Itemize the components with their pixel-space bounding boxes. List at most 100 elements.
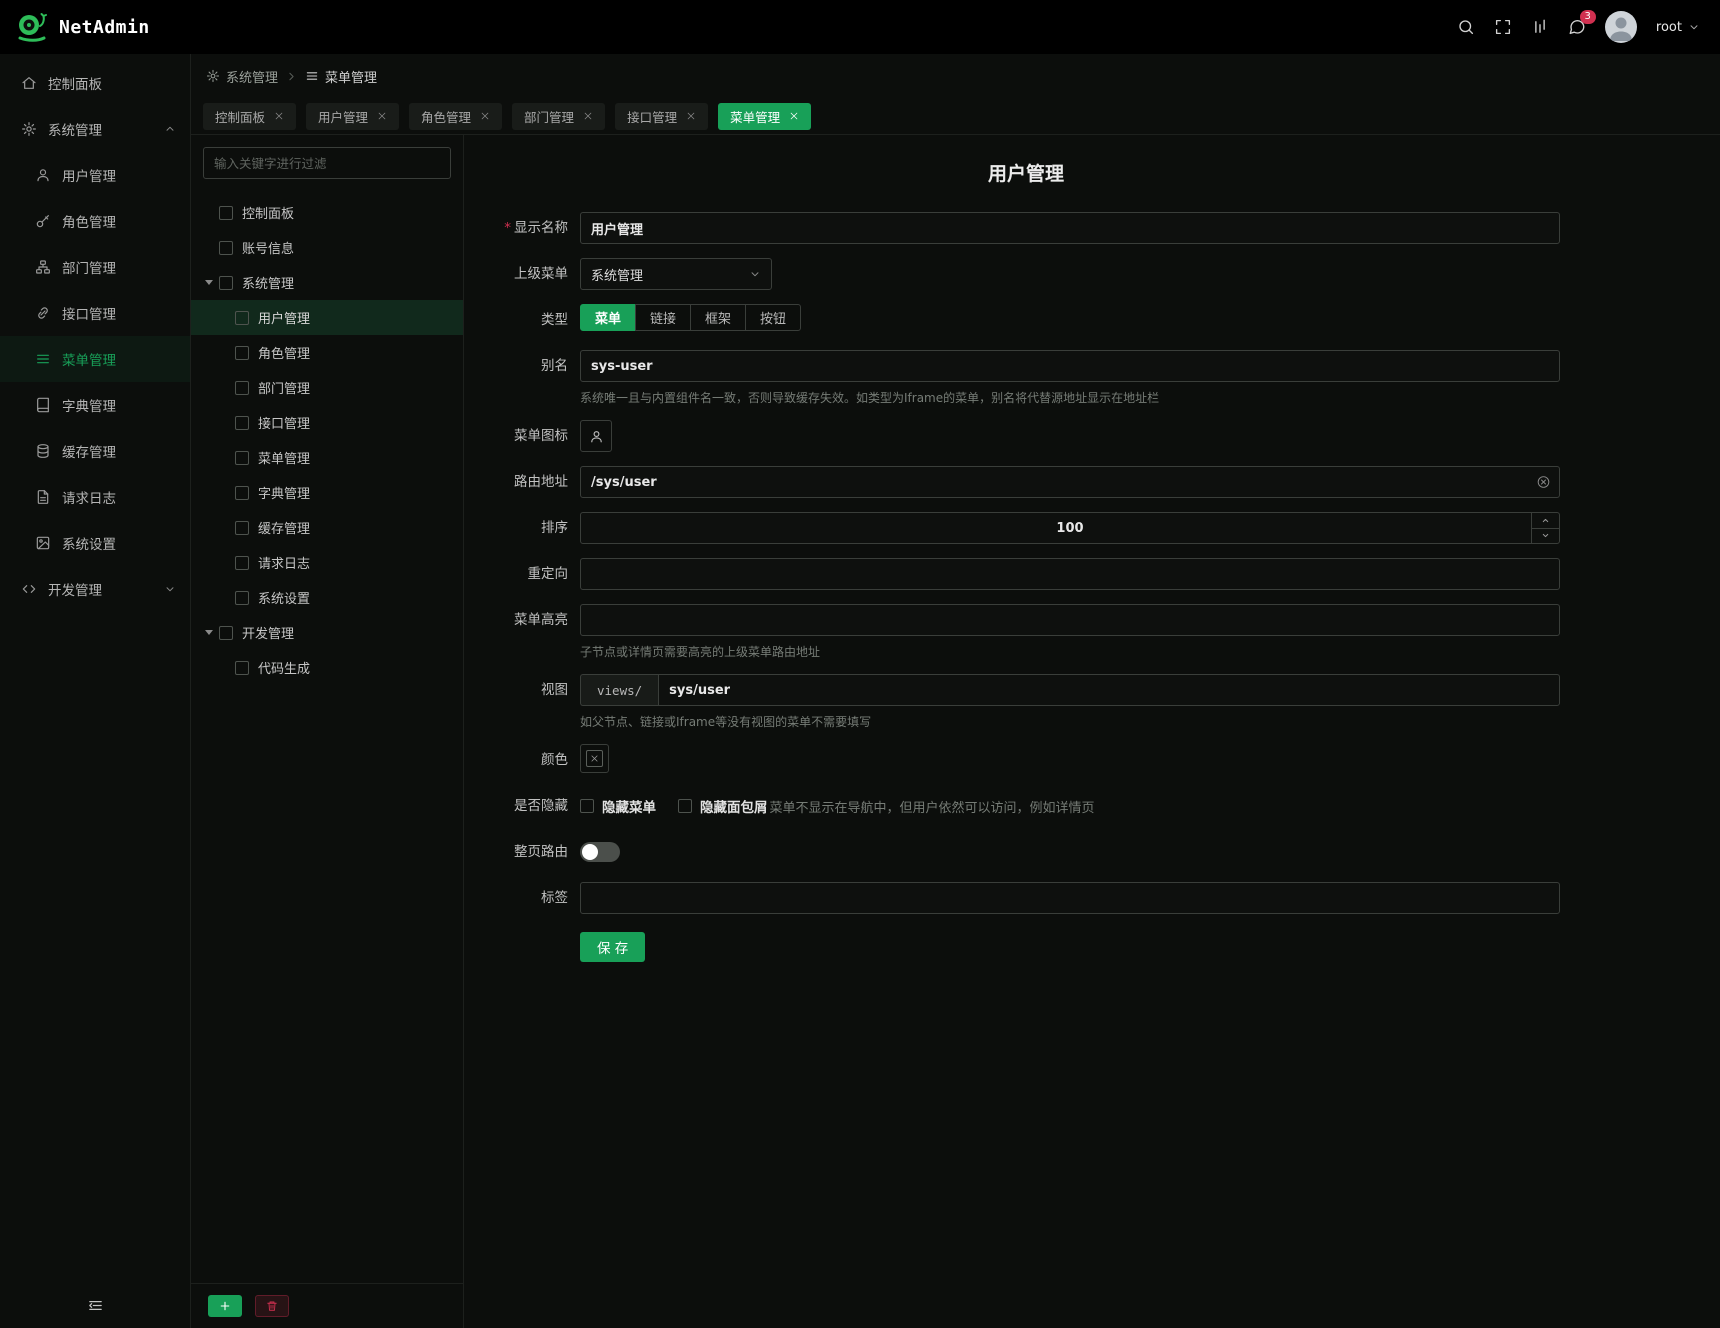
display-name-input[interactable] <box>580 212 1560 244</box>
hide-breadcrumb-checkbox[interactable] <box>678 799 692 813</box>
checkbox[interactable] <box>235 591 249 605</box>
book-icon <box>35 397 51 413</box>
tab-apis[interactable]: 接口管理 <box>615 103 708 130</box>
tree-node-users[interactable]: 用户管理 <box>191 300 463 335</box>
checkbox[interactable] <box>235 521 249 535</box>
add-menu-button[interactable] <box>208 1295 242 1317</box>
sidebar-item-dashboard[interactable]: 控制面板 <box>0 60 190 106</box>
view-prefix: views/ <box>580 674 658 706</box>
search-icon[interactable] <box>1457 18 1475 36</box>
save-button[interactable]: 保 存 <box>580 932 645 962</box>
user-menu[interactable]: root <box>1656 20 1700 35</box>
type-option-menu[interactable]: 菜单 <box>580 304 636 331</box>
checkbox[interactable] <box>235 486 249 500</box>
sort-input[interactable] <box>580 512 1560 544</box>
breadcrumb-item-system[interactable]: 系统管理 <box>206 67 278 86</box>
checkbox[interactable] <box>235 346 249 360</box>
tab-dashboard[interactable]: 控制面板 <box>203 103 296 130</box>
alias-input[interactable] <box>580 350 1560 382</box>
tag-input[interactable] <box>580 882 1560 914</box>
tab-menus[interactable]: 菜单管理 <box>718 103 811 130</box>
sidebar-item-departments[interactable]: 部门管理 <box>0 244 190 290</box>
checkbox[interactable] <box>219 241 233 255</box>
tree-node-settings[interactable]: 系统设置 <box>191 580 463 615</box>
fullpage-toggle[interactable] <box>580 842 620 862</box>
checkbox[interactable] <box>235 416 249 430</box>
close-icon[interactable] <box>583 111 593 121</box>
tree-node-dicts[interactable]: 字典管理 <box>191 475 463 510</box>
fullscreen-icon[interactable] <box>1494 18 1512 36</box>
spinner-down-icon[interactable] <box>1532 529 1559 544</box>
spinner-up-icon[interactable] <box>1532 513 1559 529</box>
sidebar-item-label: 控制面板 <box>48 73 102 93</box>
close-icon[interactable] <box>789 111 799 121</box>
sidebar-item-settings[interactable]: 系统设置 <box>0 520 190 566</box>
sidebar-group-system[interactable]: 系统管理 <box>0 106 190 152</box>
close-icon[interactable] <box>377 111 387 121</box>
sidebar-item-apis[interactable]: 接口管理 <box>0 290 190 336</box>
sidebar-item-menus[interactable]: 菜单管理 <box>0 336 190 382</box>
hide-menu-checkbox[interactable] <box>580 799 594 813</box>
menu-icon-button[interactable] <box>580 420 612 452</box>
checkbox[interactable] <box>219 276 233 290</box>
route-input[interactable] <box>580 466 1560 498</box>
checkbox[interactable] <box>219 626 233 640</box>
checkbox[interactable] <box>235 381 249 395</box>
tree-node-cache[interactable]: 缓存管理 <box>191 510 463 545</box>
delete-menu-button[interactable] <box>255 1295 289 1317</box>
sidebar-item-users[interactable]: 用户管理 <box>0 152 190 198</box>
close-icon[interactable] <box>480 111 490 121</box>
close-icon[interactable] <box>274 111 284 121</box>
tree-node-apis[interactable]: 接口管理 <box>191 405 463 440</box>
caret-down-icon[interactable] <box>205 630 213 635</box>
sidebar-item-logs[interactable]: 请求日志 <box>0 474 190 520</box>
color-picker-button[interactable] <box>580 744 609 773</box>
redirect-input[interactable] <box>580 558 1560 590</box>
tab-roles[interactable]: 角色管理 <box>409 103 502 130</box>
brand[interactable]: NetAdmin <box>14 9 150 45</box>
app-root: NetAdmin 3 root <box>0 0 1720 1328</box>
checkbox[interactable] <box>235 556 249 570</box>
tab-users[interactable]: 用户管理 <box>306 103 399 130</box>
clear-circle-icon[interactable] <box>1536 475 1551 490</box>
tree-node-account[interactable]: 账号信息 <box>191 230 463 265</box>
type-option-iframe[interactable]: 框架 <box>690 304 746 331</box>
checkbox[interactable] <box>235 311 249 325</box>
sidebar-item-roles[interactable]: 角色管理 <box>0 198 190 244</box>
breadcrumb-item-menus[interactable]: 菜单管理 <box>305 67 377 86</box>
tree-node-codegen[interactable]: 代码生成 <box>191 650 463 685</box>
tree-node-menus[interactable]: 菜单管理 <box>191 440 463 475</box>
file-text-icon <box>35 489 51 505</box>
tree-node-logs[interactable]: 请求日志 <box>191 545 463 580</box>
checkbox[interactable] <box>219 206 233 220</box>
type-option-button[interactable]: 按钮 <box>745 304 801 331</box>
chevron-down-icon <box>1688 21 1700 33</box>
menu-list-icon <box>35 351 51 367</box>
tree-parent-dev[interactable]: 开发管理 <box>191 615 463 650</box>
view-input[interactable] <box>658 674 1560 706</box>
caret-down-icon[interactable] <box>205 280 213 285</box>
sidebar-item-dicts[interactable]: 字典管理 <box>0 382 190 428</box>
checkbox[interactable] <box>235 451 249 465</box>
sidebar: 控制面板 系统管理 用户管理 <box>0 54 191 1328</box>
collapse-sidebar-icon[interactable] <box>87 1297 104 1314</box>
checkbox[interactable] <box>235 661 249 675</box>
tree-node-departments[interactable]: 部门管理 <box>191 370 463 405</box>
breadcrumb: 系统管理 菜单管理 <box>191 54 1720 98</box>
message-icon[interactable]: 3 <box>1568 18 1586 36</box>
avatar[interactable] <box>1605 11 1637 43</box>
tree-parent-system[interactable]: 系统管理 <box>191 265 463 300</box>
tab-departments[interactable]: 部门管理 <box>512 103 605 130</box>
plus-icon <box>219 1300 231 1312</box>
type-option-link[interactable]: 链接 <box>635 304 691 331</box>
close-icon[interactable] <box>686 111 696 121</box>
tree-node-dashboard[interactable]: 控制面板 <box>191 195 463 230</box>
sidebar-item-cache[interactable]: 缓存管理 <box>0 428 190 474</box>
highlight-input[interactable] <box>580 604 1560 636</box>
sidebar-group-dev[interactable]: 开发管理 <box>0 566 190 612</box>
tree-node-roles[interactable]: 角色管理 <box>191 335 463 370</box>
menu-list-icon <box>305 69 319 83</box>
tree-filter-input[interactable] <box>203 147 451 179</box>
parent-menu-select[interactable]: 系统管理 <box>580 258 772 290</box>
columns-icon[interactable] <box>1531 18 1549 36</box>
